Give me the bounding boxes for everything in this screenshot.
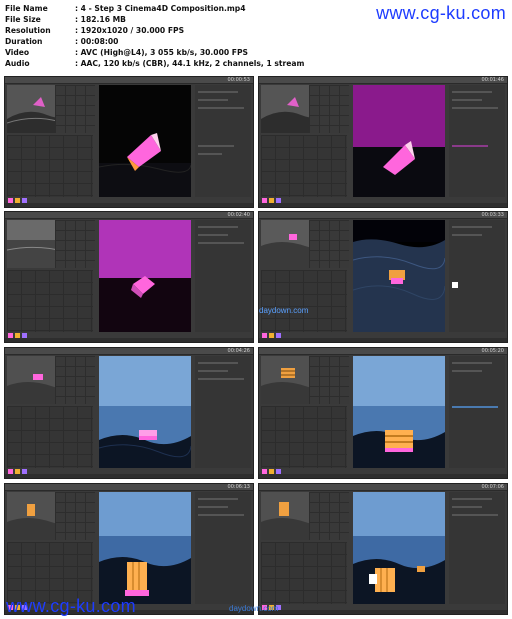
timecode: 00:01:46 bbox=[481, 77, 504, 83]
video-value: : AVC (High@L4), 3 055 kb/s, 30.000 FPS bbox=[75, 48, 249, 57]
toolbar: 00:00:53 bbox=[5, 77, 253, 84]
thumbnail-5[interactable]: 00:04:26 bbox=[4, 347, 254, 479]
thumbnail-2[interactable]: 00:01:46 bbox=[258, 76, 508, 208]
duration-value: : 00:08:00 bbox=[75, 37, 119, 46]
viewport-grid bbox=[261, 135, 347, 197]
thumbnail-1[interactable]: 00:00:53 bbox=[4, 76, 254, 208]
thumbnail-8[interactable]: 00:07:06 bbox=[258, 483, 508, 615]
render-view bbox=[99, 356, 191, 468]
toolbar: 00:07:06 bbox=[259, 484, 507, 491]
file-name-key: File Name bbox=[5, 4, 48, 13]
file-name-value: : 4 - Step 3 Cinema4D Composition.mp4 bbox=[75, 4, 246, 13]
toolbar: 00:05:20 bbox=[259, 348, 507, 355]
timecode: 00:02:40 bbox=[227, 212, 250, 218]
viewport-grid bbox=[7, 135, 93, 197]
viewport-grid bbox=[261, 270, 347, 332]
resolution-value: : 1920x1020 / 30.000 FPS bbox=[75, 26, 185, 35]
media-info-header: File Name : 4 - Step 3 Cinema4D Composit… bbox=[0, 0, 512, 74]
render-view bbox=[99, 85, 191, 197]
viewport-top bbox=[55, 356, 95, 404]
timecode: 00:05:20 bbox=[481, 348, 504, 354]
timecode: 00:06:13 bbox=[227, 484, 250, 490]
status-bar bbox=[5, 203, 253, 207]
render-view bbox=[353, 220, 445, 332]
viewport-grid bbox=[7, 542, 93, 604]
thumbnail-6[interactable]: 00:05:20 bbox=[258, 347, 508, 479]
daydown-watermark-bottom: daydown.com bbox=[229, 604, 279, 613]
render-view bbox=[353, 492, 445, 604]
render-view bbox=[99, 492, 191, 604]
viewport-grid bbox=[7, 406, 93, 468]
watermark-top[interactable]: www.cg-ku.com bbox=[376, 3, 506, 24]
viewport-top bbox=[55, 85, 95, 133]
timecode: 00:07:06 bbox=[481, 484, 504, 490]
viewport-top bbox=[55, 492, 95, 540]
audio-value: : AAC, 120 kb/s (CBR), 44.1 kHz, 2 chann… bbox=[75, 59, 305, 68]
daydown-watermark: daydown.com bbox=[259, 306, 309, 315]
status-bar bbox=[259, 338, 507, 342]
viewport-grid bbox=[261, 542, 347, 604]
toolbar: 00:02:40 bbox=[5, 212, 253, 219]
attributes-panel bbox=[449, 492, 505, 604]
duration-key: Duration bbox=[5, 37, 43, 46]
toolbar: 00:04:26 bbox=[5, 348, 253, 355]
timecode: 00:03:33 bbox=[481, 212, 504, 218]
attributes-panel bbox=[195, 492, 251, 604]
thumbnail-3[interactable]: 00:02:40 bbox=[4, 211, 254, 343]
file-size-key: File Size bbox=[5, 15, 41, 24]
viewport-top bbox=[55, 220, 95, 268]
render-view bbox=[353, 85, 445, 197]
attributes-panel bbox=[195, 356, 251, 468]
toolbar: 00:06:13 bbox=[5, 484, 253, 491]
status-bar bbox=[5, 338, 253, 342]
viewport-top bbox=[309, 492, 349, 540]
resolution-key: Resolution bbox=[5, 26, 51, 35]
timecode: 00:04:26 bbox=[227, 348, 250, 354]
timecode: 00:00:53 bbox=[227, 77, 250, 83]
viewport-top bbox=[309, 85, 349, 133]
watermark-bottom[interactable]: www.cg-ku.com bbox=[6, 596, 136, 617]
attributes-panel bbox=[195, 85, 251, 197]
attributes-panel bbox=[449, 85, 505, 197]
attributes-panel bbox=[195, 220, 251, 332]
audio-key: Audio bbox=[5, 59, 30, 68]
toolbar: 00:03:33 bbox=[259, 212, 507, 219]
status-bar bbox=[259, 474, 507, 478]
toolbar: 00:01:46 bbox=[259, 77, 507, 84]
viewport-top bbox=[309, 356, 349, 404]
status-bar bbox=[259, 610, 507, 614]
thumbnail-4[interactable]: 00:03:33 daydown.com bbox=[258, 211, 508, 343]
video-key: Video bbox=[5, 48, 30, 57]
status-bar bbox=[259, 203, 507, 207]
attributes-panel bbox=[449, 220, 505, 332]
viewport-grid bbox=[7, 270, 93, 332]
viewport-grid bbox=[261, 406, 347, 468]
attributes-panel bbox=[449, 356, 505, 468]
render-view bbox=[353, 356, 445, 468]
viewport-top bbox=[309, 220, 349, 268]
render-view bbox=[99, 220, 191, 332]
status-bar bbox=[5, 474, 253, 478]
file-size-value: : 182.16 MB bbox=[75, 15, 126, 24]
